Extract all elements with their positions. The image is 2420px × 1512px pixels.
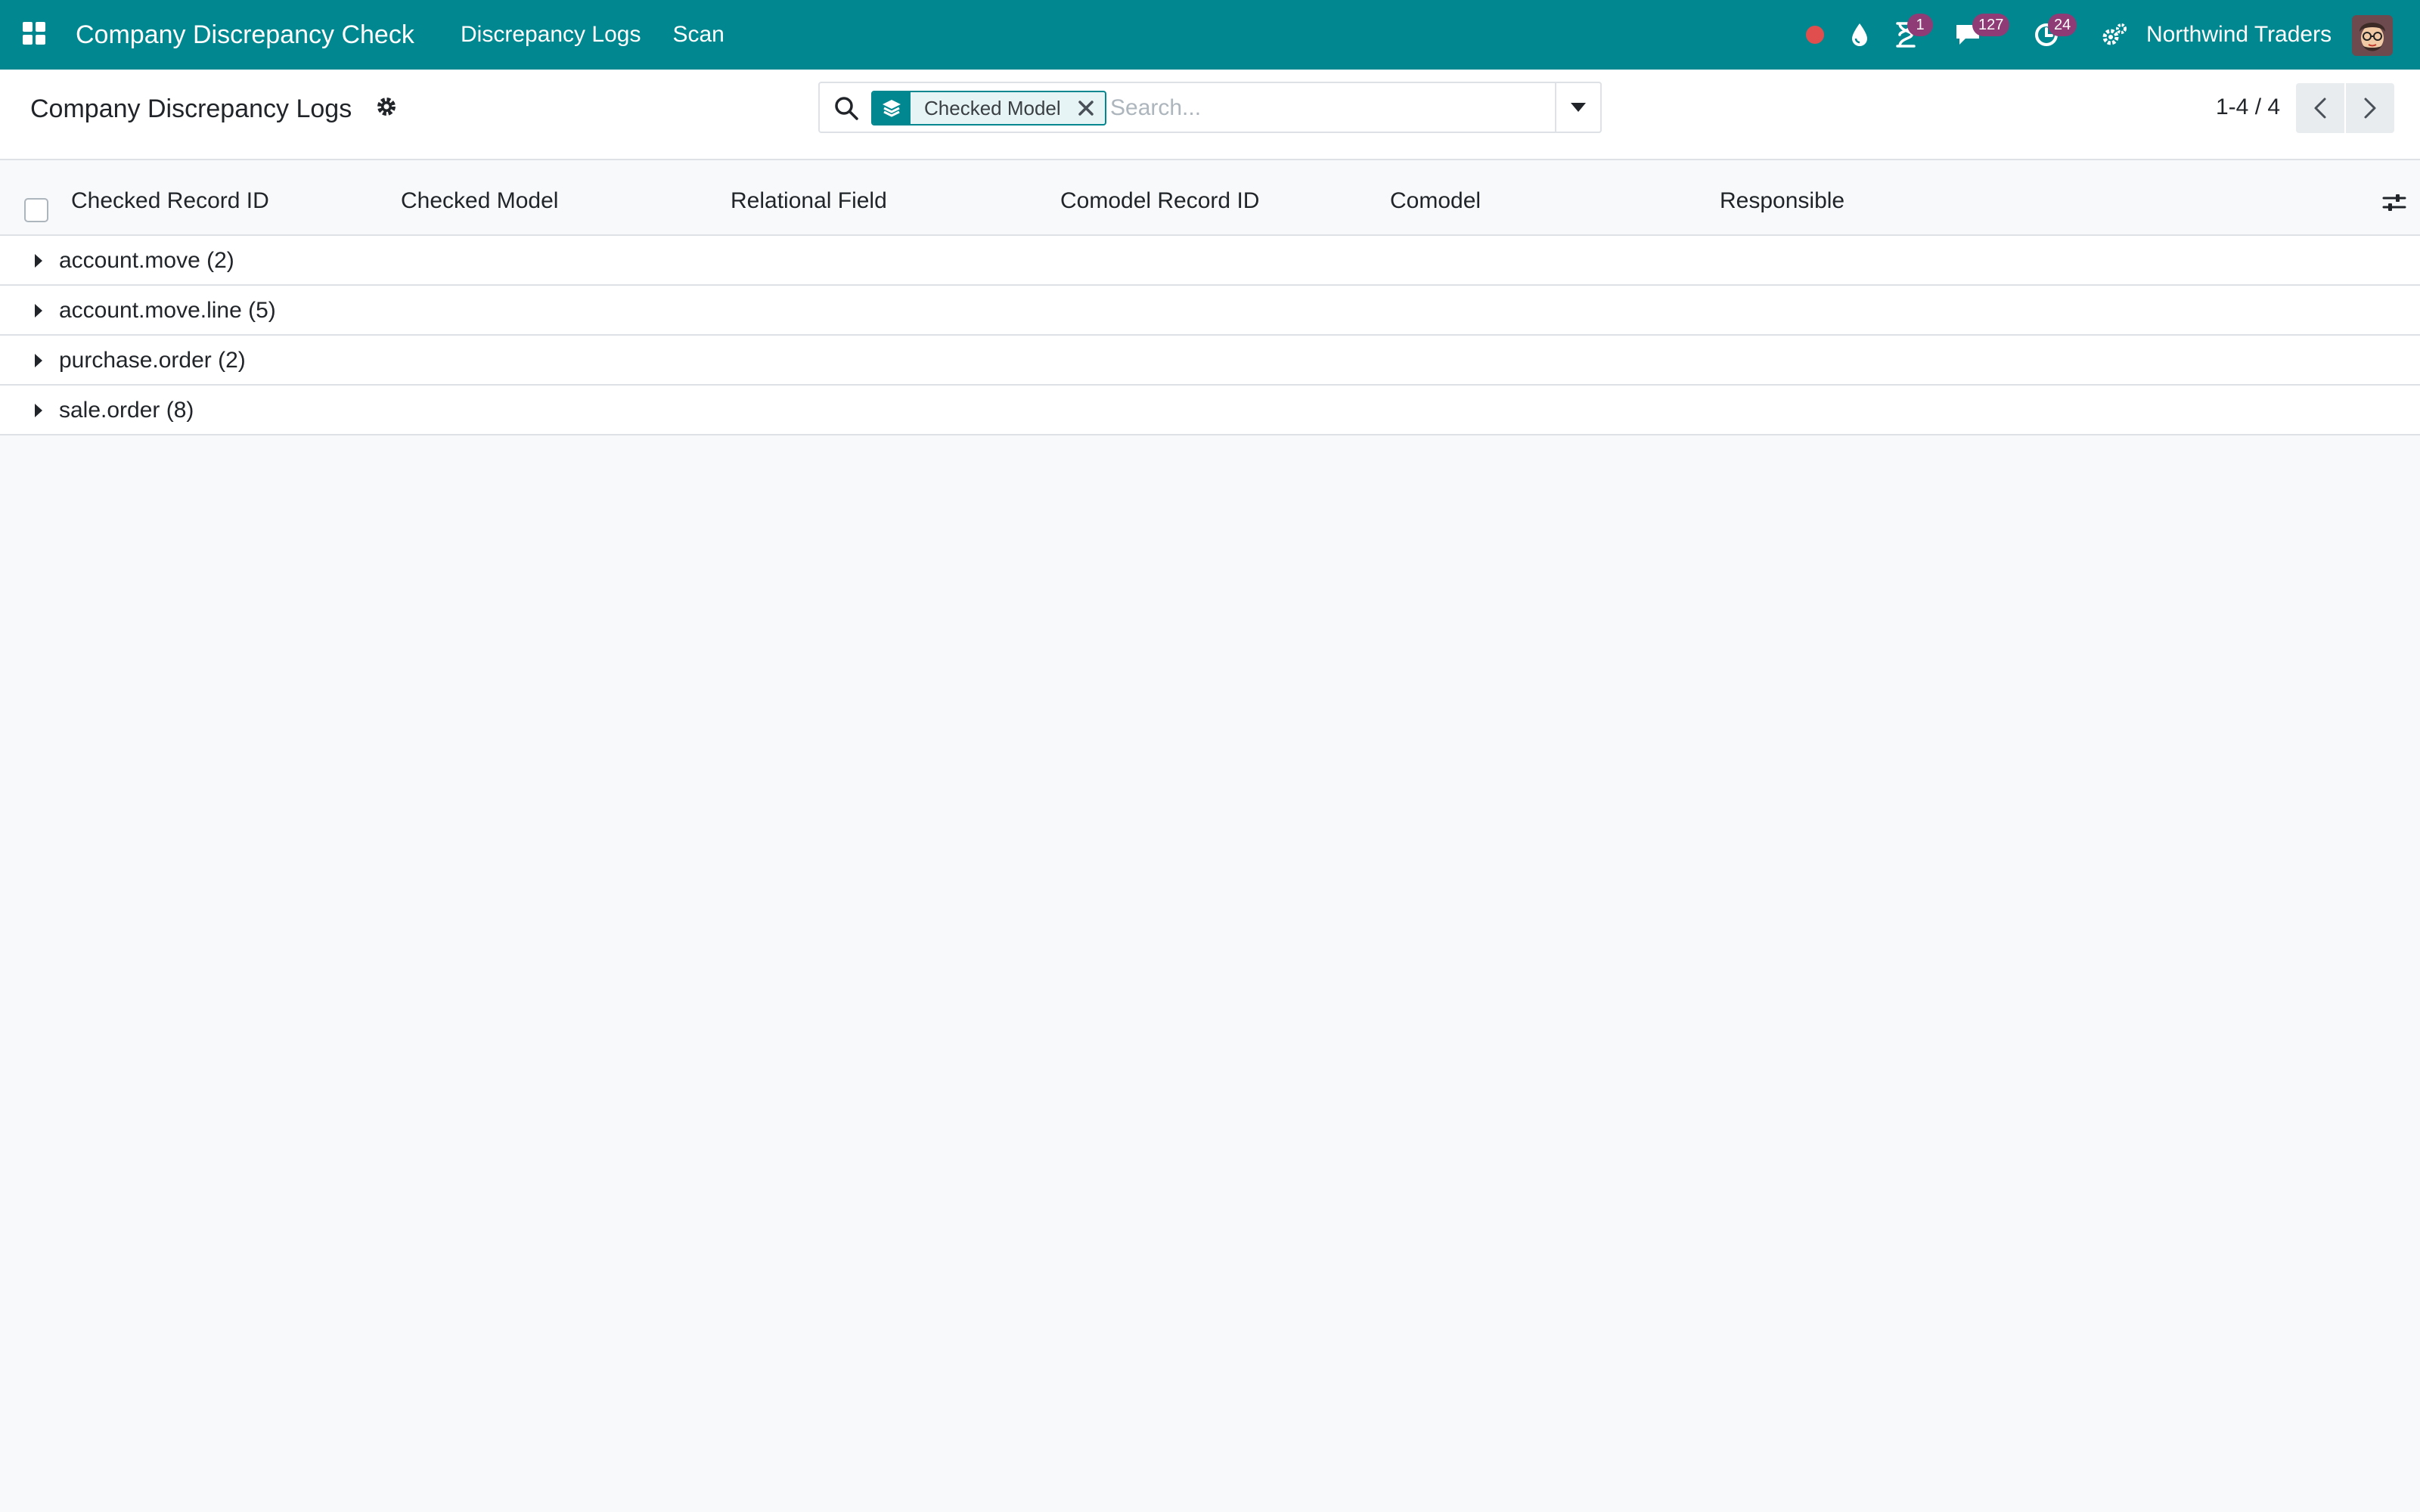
user-avatar[interactable] (2352, 15, 2393, 56)
activity-hourglass-icon[interactable]: 1 (1891, 14, 1933, 50)
pager-previous-button[interactable] (2296, 83, 2344, 133)
column-comodel[interactable]: Comodel (1390, 160, 1481, 236)
column-checked-record-id[interactable]: Checked Record ID (71, 160, 269, 236)
search-bar: Checked Model (818, 82, 1602, 133)
facet-label: Checked Model (924, 97, 1061, 119)
activity-badge: 1 (1907, 14, 1933, 36)
search-icon[interactable] (833, 95, 859, 121)
caret-right-icon (35, 404, 42, 417)
search-input[interactable] (1110, 91, 1534, 125)
messages-icon[interactable]: 127 (1953, 14, 2010, 50)
pager-value[interactable]: 1-4 / 4 (2216, 89, 2280, 125)
gear-icon[interactable] (375, 95, 401, 121)
select-all-checkbox[interactable] (24, 198, 48, 222)
apps-menu-icon[interactable] (21, 20, 48, 47)
pager-next-button[interactable] (2346, 83, 2394, 133)
group-row[interactable]: purchase.order (2) (0, 336, 2420, 386)
group-row[interactable]: sale.order (8) (0, 386, 2420, 435)
search-facet[interactable]: Checked Model (871, 91, 1106, 125)
group-label: account.move.line (5) (59, 298, 276, 323)
column-responsible[interactable]: Responsible (1720, 160, 1844, 236)
clock-badge: 24 (2048, 14, 2077, 36)
optional-columns-sliders-icon[interactable] (2381, 189, 2408, 216)
caret-right-icon (35, 254, 42, 268)
column-checked-model[interactable]: Checked Model (401, 160, 558, 236)
column-relational-field[interactable]: Relational Field (731, 160, 887, 236)
messages-badge: 127 (1972, 14, 2010, 36)
menu-item-discrepancy-logs[interactable]: Discrepancy Logs (461, 22, 641, 48)
clock-icon[interactable]: 24 (2031, 14, 2077, 50)
caret-right-icon (35, 304, 42, 318)
column-comodel-record-id[interactable]: Comodel Record ID (1060, 160, 1259, 236)
caret-right-icon (35, 354, 42, 367)
main-menu: Discrepancy Logs Scan (461, 0, 756, 70)
search-options-toggle[interactable] (1555, 82, 1602, 133)
chevron-left-icon (2314, 98, 2326, 119)
menu-item-scan[interactable]: Scan (672, 22, 724, 48)
group-label: sale.order (8) (59, 398, 194, 423)
top-navbar: Company Discrepancy Check Discrepancy Lo… (0, 0, 2420, 70)
group-row[interactable]: account.move.line (5) (0, 286, 2420, 336)
group-label: purchase.order (2) (59, 348, 246, 373)
facet-remove-icon[interactable] (1075, 92, 1105, 124)
group-row[interactable]: account.move (2) (0, 236, 2420, 286)
recording-dot-icon[interactable] (1800, 20, 1830, 50)
page-title: Company Discrepancy Logs (30, 94, 352, 123)
settings-gears-icon[interactable] (2099, 20, 2130, 50)
app-title[interactable]: Company Discrepancy Check (76, 0, 414, 70)
chevron-right-icon (2364, 98, 2376, 119)
group-by-layers-icon (873, 92, 911, 124)
control-panel: Company Discrepancy Logs Checked Model S… (0, 70, 2420, 160)
caret-down-icon (1571, 103, 1586, 112)
list-header: Checked Record ID Checked Model Relation… (0, 160, 2420, 236)
group-label: account.move (2) (59, 248, 234, 273)
company-switcher[interactable]: Northwind Traders (2146, 0, 2332, 70)
drop-icon[interactable] (1844, 20, 1875, 50)
